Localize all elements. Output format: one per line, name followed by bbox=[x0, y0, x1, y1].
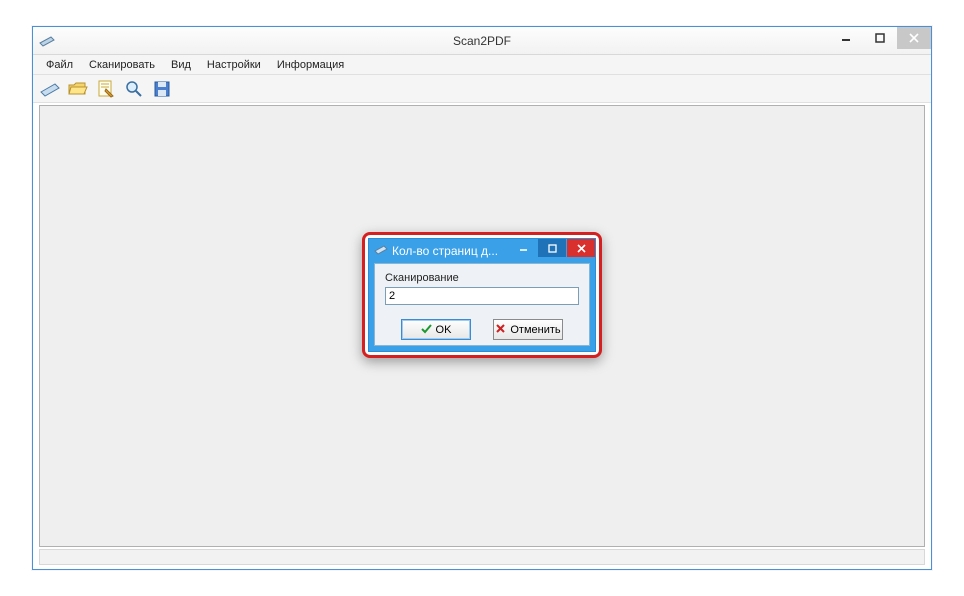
dialog-titlebar: Кол-во страниц д... bbox=[369, 239, 595, 263]
close-button[interactable] bbox=[897, 27, 931, 49]
cross-icon bbox=[495, 323, 506, 337]
window-controls bbox=[829, 27, 931, 49]
minimize-button[interactable] bbox=[829, 27, 863, 49]
scanner-app-icon bbox=[39, 33, 55, 49]
menu-info[interactable]: Информация bbox=[270, 57, 351, 73]
titlebar: Scan2PDF bbox=[33, 27, 931, 55]
menu-settings[interactable]: Настройки bbox=[200, 57, 268, 73]
maximize-button[interactable] bbox=[863, 27, 897, 49]
menu-view[interactable]: Вид bbox=[164, 57, 198, 73]
page-count-dialog: Кол-во страниц д... Сканирование bbox=[368, 238, 596, 352]
page-edit-icon[interactable] bbox=[95, 78, 117, 100]
scan-label: Сканирование bbox=[385, 272, 579, 284]
scanner-icon bbox=[374, 244, 388, 258]
dialog-window-controls bbox=[508, 239, 595, 257]
save-disk-icon[interactable] bbox=[151, 78, 173, 100]
ok-button[interactable]: OK bbox=[401, 319, 471, 340]
dialog-title: Кол-во страниц д... bbox=[392, 244, 498, 258]
toolbar bbox=[33, 75, 931, 103]
dialog-close-button[interactable] bbox=[567, 239, 595, 257]
menubar: Файл Сканировать Вид Настройки Информаци… bbox=[33, 55, 931, 75]
folder-open-icon[interactable] bbox=[67, 78, 89, 100]
dialog-body: Сканирование OK Отменить bbox=[374, 263, 590, 346]
page-count-input[interactable] bbox=[385, 287, 579, 305]
magnifier-icon[interactable] bbox=[123, 78, 145, 100]
menu-scan[interactable]: Сканировать bbox=[82, 57, 162, 73]
window-title: Scan2PDF bbox=[33, 34, 931, 48]
menu-file[interactable]: Файл bbox=[39, 57, 80, 73]
dialog-button-row: OK Отменить bbox=[385, 319, 579, 340]
cancel-button[interactable]: Отменить bbox=[493, 319, 563, 340]
dialog-maximize-button[interactable] bbox=[538, 239, 566, 257]
dialog-minimize-button[interactable] bbox=[509, 239, 537, 257]
check-icon bbox=[421, 323, 432, 337]
statusbar bbox=[39, 549, 925, 565]
dialog-highlight-frame: Кол-во страниц д... Сканирование bbox=[362, 232, 602, 358]
ok-label: OK bbox=[436, 324, 452, 336]
scanner-icon[interactable] bbox=[39, 78, 61, 100]
cancel-label: Отменить bbox=[510, 324, 560, 336]
